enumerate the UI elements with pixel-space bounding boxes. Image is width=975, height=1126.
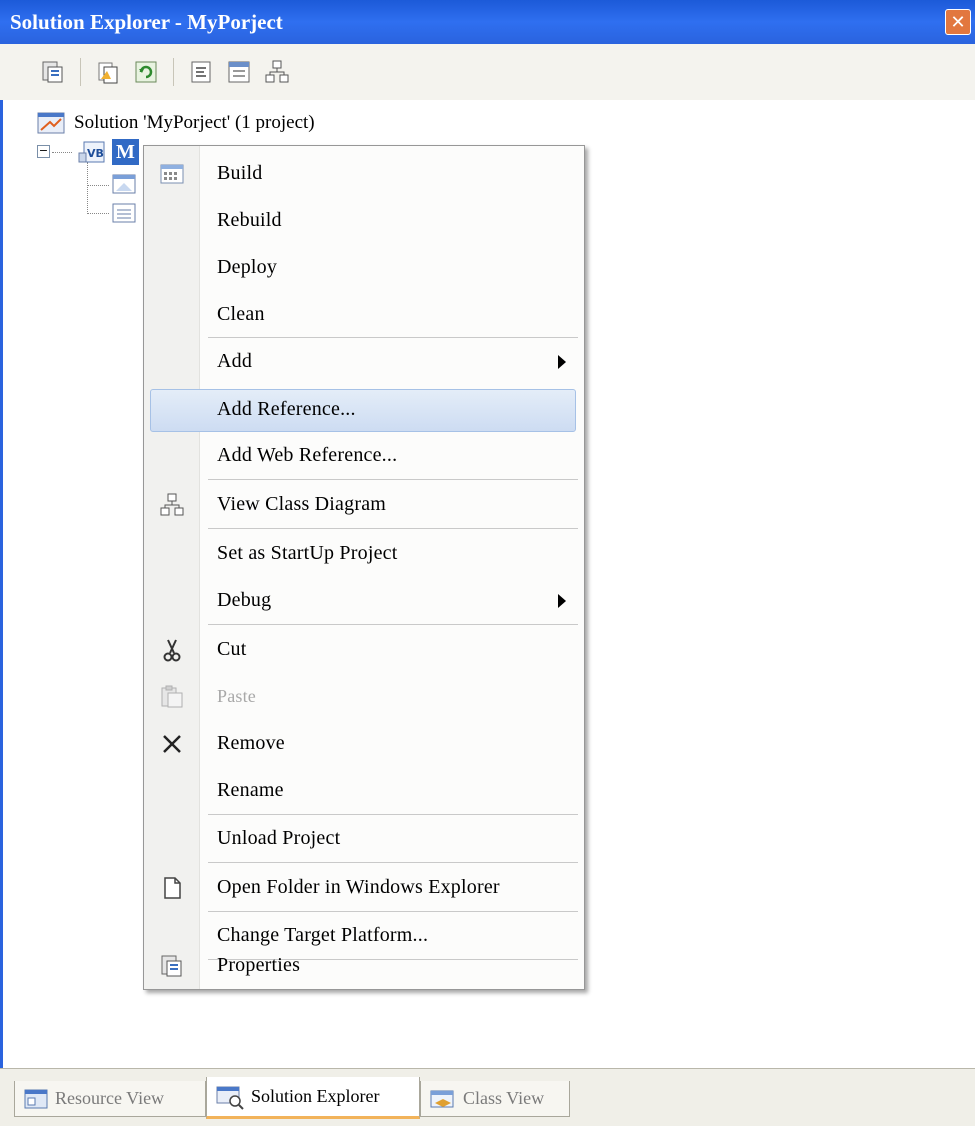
menu-label: Build <box>217 162 263 184</box>
toolbar <box>0 44 975 100</box>
menu-label: Paste <box>217 686 256 706</box>
form-file-icon <box>112 174 136 194</box>
menu-label: Add <box>217 350 253 372</box>
svg-text:VB: VB <box>87 147 104 160</box>
show-all-files-icon <box>98 62 118 84</box>
class-file-icon <box>112 203 136 223</box>
view-designer-icon <box>228 61 250 83</box>
menu-item-view-class-diagram[interactable]: View Class Diagram <box>144 481 584 528</box>
tree-node-project[interactable]: VB M <box>78 138 139 166</box>
menu-separator <box>208 479 578 480</box>
menu-item-clean[interactable]: Clean <box>144 291 584 338</box>
menu-item-rename[interactable]: Rename <box>144 767 584 814</box>
tree-connector <box>87 162 88 214</box>
panel-tab-strip: Resource View Solution Explorer Class Vi… <box>0 1068 975 1126</box>
project-expander[interactable]: − <box>37 145 50 158</box>
refresh-button[interactable] <box>131 57 161 87</box>
menu-item-build[interactable]: Build <box>144 150 584 197</box>
window-title: Solution Explorer - MyPorject <box>10 9 283 34</box>
show-all-files-button[interactable] <box>93 57 123 87</box>
menu-separator <box>208 862 578 863</box>
menu-item-remove[interactable]: Remove <box>144 720 584 767</box>
view-class-diagram-button[interactable] <box>262 57 292 87</box>
tree-connector <box>52 152 72 153</box>
menu-label: Debug <box>217 589 272 611</box>
tree-node-child-2[interactable] <box>110 199 138 227</box>
menu-item-rebuild[interactable]: Rebuild <box>144 197 584 244</box>
menu-label: Add Web Reference... <box>217 444 398 466</box>
tab-resource-view[interactable]: Resource View <box>14 1081 206 1117</box>
tree-node-child-1[interactable] <box>110 170 138 198</box>
properties-icon <box>158 952 186 980</box>
close-button[interactable]: ✕ <box>945 9 971 35</box>
vb-project-icon: VB <box>78 141 105 163</box>
menu-label: Remove <box>217 732 285 754</box>
menu-item-properties[interactable]: Properties <box>144 942 584 989</box>
menu-item-add-reference[interactable]: Add Reference... <box>144 386 584 433</box>
title-bar: Solution Explorer - MyPorject ✕ <box>0 0 975 44</box>
tree-connector <box>87 185 109 186</box>
menu-item-cut[interactable]: Cut <box>144 626 584 673</box>
solution-label: Solution 'MyPorject' (1 project) <box>74 112 315 133</box>
menu-label: Unload Project <box>217 827 341 849</box>
view-designer-button[interactable] <box>224 57 254 87</box>
tree-node-solution[interactable]: Solution 'MyPorject' (1 project) <box>36 108 315 138</box>
refresh-icon <box>135 61 157 83</box>
tab-label: Solution Explorer <box>251 1086 380 1106</box>
menu-label: Rebuild <box>217 209 282 231</box>
collapse-icon: − <box>38 144 49 157</box>
menu-item-set-startup-project[interactable]: Set as StartUp Project <box>144 530 584 577</box>
menu-label: Properties <box>217 954 301 976</box>
menu-item-paste[interactable]: Paste <box>144 673 584 720</box>
properties-button[interactable] <box>38 57 68 87</box>
open-folder-icon <box>158 874 186 902</box>
solution-icon <box>37 112 65 134</box>
close-icon: ✕ <box>950 11 966 33</box>
tab-label: Resource View <box>55 1088 165 1108</box>
scissors-icon <box>158 636 186 664</box>
context-menu: Build Rebuild Deploy Clean Add Add Refer… <box>143 145 585 990</box>
resource-view-icon <box>24 1089 48 1108</box>
menu-label: Open Folder in Windows Explorer <box>217 876 500 898</box>
menu-item-unload-project[interactable]: Unload Project <box>144 815 584 862</box>
project-name-text: M <box>116 140 135 163</box>
submenu-arrow-icon <box>558 354 566 369</box>
menu-label: Deploy <box>217 256 278 278</box>
delete-x-icon <box>158 730 186 758</box>
paste-icon <box>158 683 186 711</box>
view-class-diagram-icon <box>265 60 289 83</box>
solution-explorer-window: Solution Explorer - MyPorject ✕ Solution… <box>0 0 975 1126</box>
menu-item-add[interactable]: Add <box>144 338 584 385</box>
menu-label: Clean <box>217 303 265 325</box>
view-code-icon <box>191 61 211 83</box>
menu-separator <box>208 624 578 625</box>
view-code-button[interactable] <box>186 57 216 87</box>
tab-class-view[interactable]: Class View <box>420 1081 570 1117</box>
project-label: M <box>112 139 139 165</box>
menu-label: View Class Diagram <box>217 493 387 515</box>
solution-explorer-icon <box>216 1086 244 1110</box>
class-diagram-icon <box>158 491 186 519</box>
tab-label: Class View <box>463 1088 545 1108</box>
properties-icon <box>42 61 63 83</box>
menu-label: Cut <box>217 638 247 660</box>
menu-item-open-folder[interactable]: Open Folder in Windows Explorer <box>144 864 584 911</box>
menu-label: Rename <box>217 779 284 801</box>
toolbar-separator <box>80 58 81 86</box>
menu-item-add-web-reference[interactable]: Add Web Reference... <box>144 432 584 479</box>
class-view-icon <box>430 1090 454 1107</box>
submenu-arrow-icon <box>558 593 566 608</box>
menu-item-debug[interactable]: Debug <box>144 577 584 624</box>
menu-separator <box>208 528 578 529</box>
tab-solution-explorer[interactable]: Solution Explorer <box>206 1077 420 1119</box>
build-icon <box>158 160 186 188</box>
menu-label: Add Reference... <box>217 398 356 420</box>
toolbar-separator <box>173 58 174 86</box>
tree-connector <box>87 213 109 214</box>
menu-item-deploy[interactable]: Deploy <box>144 244 584 291</box>
menu-label: Set as StartUp Project <box>217 542 398 564</box>
